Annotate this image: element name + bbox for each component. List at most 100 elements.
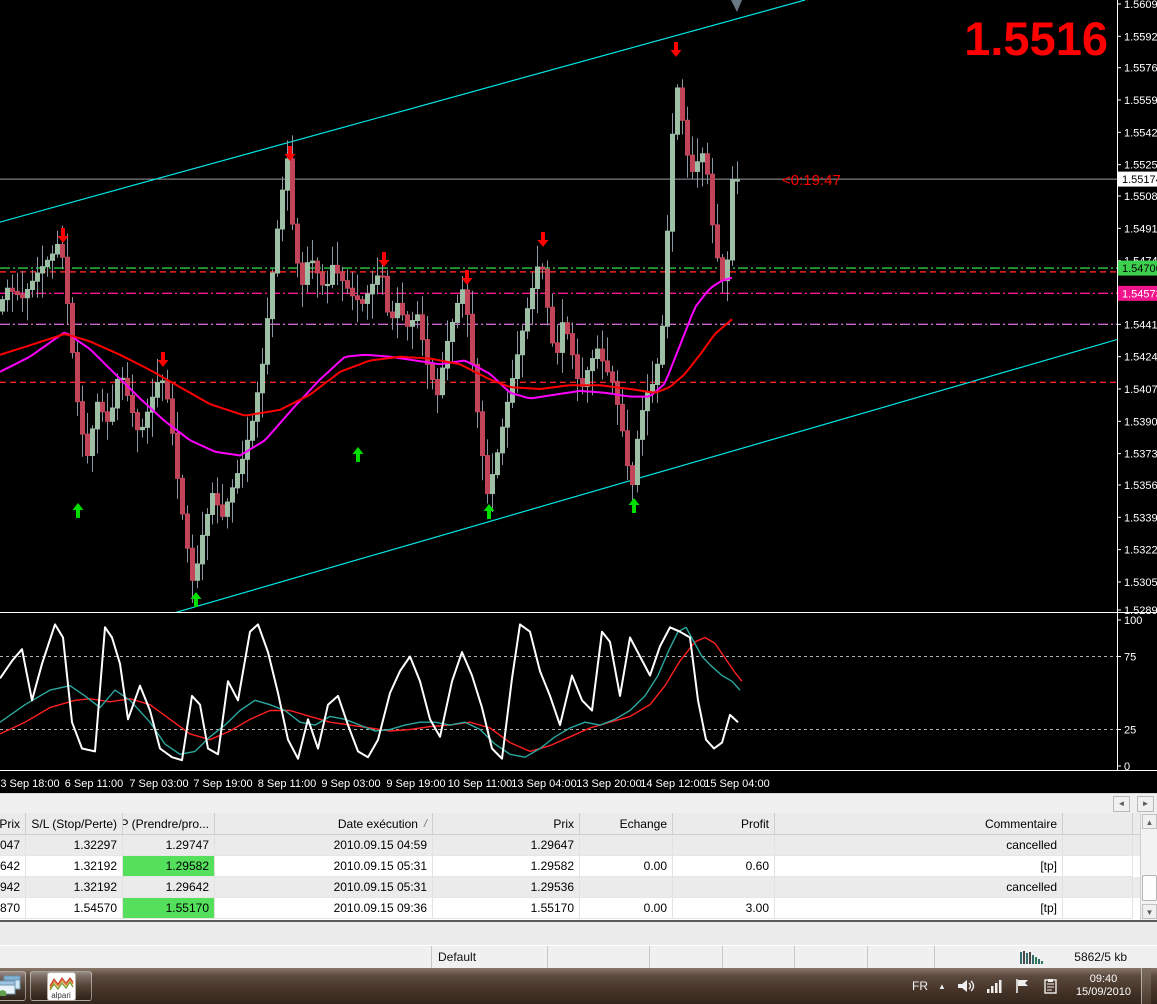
svg-text:1.55174: 1.55174: [1122, 174, 1157, 186]
status-cell-empty: [548, 946, 650, 968]
clock-date: 15/09/2010: [1076, 986, 1131, 999]
window-gap-strip: [0, 922, 1157, 945]
order-cell: 2010.09.15 04:59: [215, 835, 433, 856]
action-center-flag-icon[interactable]: [1014, 978, 1032, 994]
order-cell: 0.00: [580, 898, 673, 919]
column-header-empty: [1063, 813, 1133, 834]
order-cell: 1.55170: [123, 898, 215, 919]
table-header-row: PrixS/L (Stop/Perte)T/P (Prendre/pro...D…: [0, 813, 1157, 835]
order-cell: cancelled: [775, 877, 1063, 898]
price-tick-label: 1.53225: [1124, 545, 1157, 557]
show-desktop-button[interactable]: [1141, 968, 1151, 1004]
svg-text:1.54706: 1.54706: [1122, 263, 1157, 275]
table-vertical-scrollbar[interactable]: ▲ ▼: [1140, 813, 1157, 920]
status-cell-empty: [795, 946, 868, 968]
order-cell: 0.60: [673, 856, 775, 877]
show-hidden-icons-button[interactable]: ▲: [938, 982, 946, 991]
column-header[interactable]: T/P (Prendre/pro...: [123, 813, 215, 834]
order-cell: 1.55170: [433, 898, 580, 919]
svg-text:1.54573: 1.54573: [1122, 288, 1157, 300]
order-cell: 29642: [0, 856, 26, 877]
order-cell: 2010.09.15 05:31: [215, 877, 433, 898]
network-signal-icon[interactable]: [986, 978, 1004, 994]
time-tick-label: 7 Sep 03:00: [129, 778, 188, 790]
column-header[interactable]: Commentaire: [775, 813, 1063, 834]
price-tick-label: 1.55085: [1124, 191, 1157, 203]
taskbar-app-button[interactable]: [0, 971, 26, 1001]
time-tick-label: 15 Sep 04:00: [704, 778, 769, 790]
status-connection-cell: 5862/5 kb: [935, 946, 1157, 968]
time-tick-label: 13 Sep 04:00: [511, 778, 576, 790]
scroll-down-button[interactable]: ▼: [1142, 904, 1157, 919]
order-cell: [1063, 877, 1133, 898]
traffic-label: 5862/5 kb: [1074, 950, 1127, 964]
order-row[interactable]: 300471.322971.297472010.09.15 04:591.296…: [0, 835, 1157, 856]
oscillator-tick-label: 75: [1124, 652, 1136, 664]
price-tick-label: 1.53055: [1124, 577, 1157, 589]
orders-history-table: PrixS/L (Stop/Perte)T/P (Prendre/pro...D…: [0, 813, 1157, 922]
column-header[interactable]: Date exécution/: [215, 813, 433, 834]
scroll-up-button[interactable]: ▲: [1142, 814, 1157, 829]
metatrader-window: <0:19:471.55161.560951.559251.557601.555…: [0, 0, 1157, 1004]
order-cell: [673, 835, 775, 856]
order-cell: [580, 835, 673, 856]
time-tick-label: 13 Sep 20:00: [576, 778, 641, 790]
order-cell: 1.32192: [26, 856, 123, 877]
order-row[interactable]: 296421.321921.295822010.09.15 05:311.295…: [0, 856, 1157, 877]
order-cell: 29942: [0, 877, 26, 898]
order-cell: 1.29747: [123, 835, 215, 856]
chart-horizontal-scrollbar[interactable]: ◄ ►: [0, 793, 1157, 813]
order-cell: 30047: [0, 835, 26, 856]
column-header[interactable]: Prix: [433, 813, 580, 834]
price-tick-label: 1.53395: [1124, 512, 1157, 524]
time-tick-label: 8 Sep 11:00: [258, 778, 317, 790]
price-tick-label: 1.55590: [1124, 95, 1157, 107]
column-header[interactable]: Prix: [0, 813, 26, 834]
oscillator-tick-label: 0: [1124, 761, 1130, 773]
price-tick-label: 1.54070: [1124, 384, 1157, 396]
scroll-left-button[interactable]: ◄: [1113, 796, 1130, 812]
time-tick-label: 9 Sep 03:00: [321, 778, 380, 790]
price-tick-label: 1.53565: [1124, 480, 1157, 492]
language-indicator[interactable]: FR: [912, 979, 928, 993]
order-cell: 1.29536: [433, 877, 580, 898]
price-tick-label: 1.53730: [1124, 449, 1157, 461]
taskbar-clock[interactable]: 09:40 15/09/2010: [1076, 973, 1131, 999]
status-profile-cell[interactable]: Default: [432, 946, 548, 968]
order-cell: 2010.09.15 05:31: [215, 856, 433, 877]
order-cell: 3.00: [673, 898, 775, 919]
price-tick-label: 1.55250: [1124, 160, 1157, 172]
order-cell: [1063, 835, 1133, 856]
price-tick-label: 1.54915: [1124, 223, 1157, 235]
order-cell: [1063, 856, 1133, 877]
scrollbar-thumb[interactable]: [1142, 875, 1157, 901]
order-cell: [1063, 898, 1133, 919]
price-chart[interactable]: <0:19:471.55161.560951.559251.557601.555…: [0, 0, 1157, 793]
price-tick-label: 1.53900: [1124, 416, 1157, 428]
order-cell: 1.32192: [26, 877, 123, 898]
time-tick-label: 10 Sep 11:00: [448, 778, 513, 790]
order-cell: 1.32297: [26, 835, 123, 856]
order-cell: cancelled: [775, 835, 1063, 856]
order-row[interactable]: 299421.321921.296422010.09.15 05:311.295…: [0, 877, 1157, 898]
safely-remove-icon[interactable]: [1042, 978, 1060, 994]
volume-icon[interactable]: [956, 978, 976, 994]
price-tick-label: 1.56095: [1124, 0, 1157, 11]
time-tick-label: 3 Sep 18:00: [0, 778, 59, 790]
time-tick-label: 7 Sep 19:00: [193, 778, 252, 790]
order-cell: 1.29642: [123, 877, 215, 898]
order-row[interactable]: 548701.545701.551702010.09.15 09:361.551…: [0, 898, 1157, 919]
connection-bars-icon: [1020, 950, 1046, 964]
price-tick-label: 1.55420: [1124, 127, 1157, 139]
column-header[interactable]: S/L (Stop/Perte): [26, 813, 123, 834]
order-cell: 1.29582: [433, 856, 580, 877]
taskbar-alpari-button[interactable]: alpari: [30, 971, 92, 1001]
time-tick-label: 9 Sep 19:00: [386, 778, 445, 790]
status-cell-empty: [650, 946, 723, 968]
time-tick-label: 14 Sep 12:00: [640, 778, 705, 790]
scroll-right-button[interactable]: ►: [1137, 796, 1154, 812]
column-header[interactable]: Echange: [580, 813, 673, 834]
time-tick-label: 6 Sep 11:00: [65, 778, 124, 790]
order-cell: 2010.09.15 09:36: [215, 898, 433, 919]
column-header[interactable]: Profit: [673, 813, 775, 834]
